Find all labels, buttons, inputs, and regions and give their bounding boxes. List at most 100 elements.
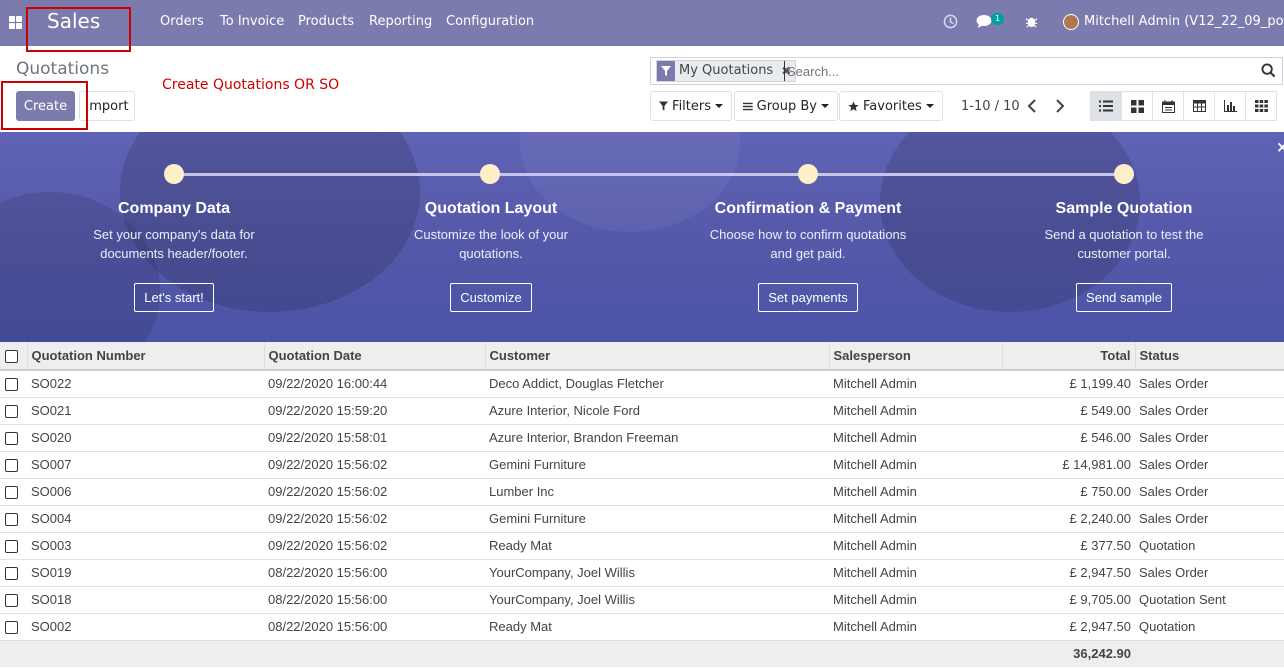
cell-status: Quotation xyxy=(1135,531,1284,559)
calendar-view-icon[interactable] xyxy=(1152,91,1184,121)
menu-reporting[interactable]: Reporting xyxy=(369,14,432,29)
pager-value[interactable]: 1-10 / 10 xyxy=(961,99,1020,114)
user-menu[interactable]: Mitchell Admin (V12_22_09_po) xyxy=(1084,14,1284,29)
menu-products[interactable]: Products xyxy=(298,14,354,29)
column-header[interactable]: Quotation Number xyxy=(26,342,264,371)
cell-total: £ 1,199.40 xyxy=(1002,369,1135,397)
cell-total: £ 2,947.50 xyxy=(1002,558,1135,586)
table-row[interactable]: SO022 09/22/2020 16:00:44 Deco Addict, Dou… xyxy=(0,369,1284,397)
select-all-checkbox[interactable] xyxy=(0,342,27,371)
menu-configuration[interactable]: Configuration xyxy=(446,14,534,29)
cell-status: Sales Order xyxy=(1135,423,1284,451)
search-icon[interactable] xyxy=(1261,63,1276,78)
menu-orders[interactable]: Orders xyxy=(160,14,204,29)
row-checkbox[interactable] xyxy=(0,396,27,424)
cell-status: Sales Order xyxy=(1135,450,1284,478)
column-header[interactable]: Customer xyxy=(484,342,829,371)
cell-customer: Gemini Furniture xyxy=(485,450,829,478)
table-row[interactable]: SO004 09/22/2020 15:56:02 Gemini Furniture… xyxy=(0,504,1284,532)
list-view-icon[interactable] xyxy=(1090,91,1122,121)
row-checkbox[interactable] xyxy=(0,423,27,451)
row-checkbox[interactable] xyxy=(0,369,27,397)
lets-start-button[interactable]: Let's start! xyxy=(134,283,214,312)
column-header[interactable]: Status xyxy=(1134,342,1284,371)
cell-total: £ 9,705.00 xyxy=(1002,585,1135,613)
cell-total: £ 549.00 xyxy=(1002,396,1135,424)
app-brand[interactable]: Sales xyxy=(47,9,100,33)
table-row[interactable]: SO020 09/22/2020 15:58:01 Azure Interior, … xyxy=(0,423,1284,451)
groupby-dropdown[interactable]: Group By xyxy=(734,91,838,121)
cell-quotation-number: SO004 xyxy=(27,504,264,532)
cell-quotation-number: SO003 xyxy=(27,531,264,559)
groupby-label: Group By xyxy=(756,98,817,114)
kanban-view-icon[interactable] xyxy=(1121,91,1153,121)
row-checkbox[interactable] xyxy=(0,612,27,640)
menu-to-invoice[interactable]: To Invoice xyxy=(220,14,284,29)
cell-customer: YourCompany, Joel Willis xyxy=(485,558,829,586)
quotations-table: Quotation Number Quotation Date Customer… xyxy=(0,342,1284,667)
table-row[interactable]: SO002 08/22/2020 15:56:00 Ready Mat Mitchel… xyxy=(0,612,1284,640)
cell-total: £ 14,981.00 xyxy=(1002,450,1135,478)
annotation-text: Create Quotations OR SO xyxy=(162,77,340,93)
cell-quotation-date: 09/22/2020 15:59:20 xyxy=(264,396,485,424)
row-checkbox[interactable] xyxy=(0,558,27,586)
pivot-view-icon[interactable] xyxy=(1183,91,1215,121)
table-row[interactable]: SO003 09/22/2020 15:56:02 Ready Mat Mitchel… xyxy=(0,531,1284,559)
step-confirmation-payment: Confirmation & Payment Choose how to con… xyxy=(688,200,928,312)
graph-view-icon[interactable] xyxy=(1214,91,1246,121)
create-button[interactable]: Create xyxy=(16,91,75,121)
table-row[interactable]: SO007 09/22/2020 15:56:02 Gemini Furniture… xyxy=(0,450,1284,478)
cell-salesperson: Mitchell Admin xyxy=(829,585,1002,613)
row-checkbox[interactable] xyxy=(0,504,27,532)
grid-view-icon[interactable] xyxy=(1245,91,1277,121)
cell-customer: Lumber Inc xyxy=(485,477,829,505)
cell-quotation-number: SO022 xyxy=(27,369,264,397)
column-header[interactable]: Total xyxy=(1001,342,1135,371)
table-row[interactable]: SO006 09/22/2020 15:56:02 Lumber Inc Mitche… xyxy=(0,477,1284,505)
step-title: Company Data xyxy=(117,200,231,217)
row-checkbox[interactable] xyxy=(0,477,27,505)
chat-icon[interactable] xyxy=(976,14,992,29)
row-checkbox[interactable] xyxy=(0,531,27,559)
search-input[interactable] xyxy=(784,61,1244,81)
close-icon[interactable]: × xyxy=(1276,138,1284,156)
chat-badge: 1 xyxy=(991,13,1005,25)
customize-button[interactable]: Customize xyxy=(450,283,532,312)
step-desc: quotations. xyxy=(459,246,523,261)
activity-clock-icon[interactable] xyxy=(943,14,958,29)
cell-status: Quotation xyxy=(1135,612,1284,640)
cell-quotation-date: 09/22/2020 15:56:02 xyxy=(264,477,485,505)
apps-grid-icon[interactable] xyxy=(9,16,23,30)
step-desc: Send a quotation to test the xyxy=(1044,227,1204,242)
column-header[interactable]: Quotation Date xyxy=(263,342,485,371)
chevron-down-icon xyxy=(925,104,934,108)
cell-total: £ 546.00 xyxy=(1002,423,1135,451)
step-desc: Set your company's data for xyxy=(93,227,255,242)
cell-quotation-number: SO021 xyxy=(27,396,264,424)
cell-quotation-date: 08/22/2020 15:56:00 xyxy=(264,558,485,586)
import-button[interactable]: Import xyxy=(79,91,135,121)
filters-dropdown[interactable]: Filters xyxy=(650,91,732,121)
cell-quotation-date: 09/22/2020 15:56:02 xyxy=(264,531,485,559)
debug-bug-icon[interactable] xyxy=(1025,15,1038,28)
row-checkbox[interactable] xyxy=(0,450,27,478)
grand-total: 36,242.90 xyxy=(1002,639,1135,667)
avatar[interactable] xyxy=(1063,14,1079,30)
search-bar: My Quotations ✖ xyxy=(650,57,1283,85)
row-checkbox[interactable] xyxy=(0,585,27,613)
chevron-left-icon[interactable] xyxy=(1027,99,1037,113)
table-row[interactable]: SO021 09/22/2020 15:59:20 Azure Interior, … xyxy=(0,396,1284,424)
favorites-dropdown[interactable]: Favorites xyxy=(839,91,943,121)
step-dot xyxy=(1114,164,1134,184)
table-row[interactable]: SO019 08/22/2020 15:56:00 YourCompany, Joe… xyxy=(0,558,1284,586)
table-row[interactable]: SO018 08/22/2020 15:56:00 YourCompany, Joe… xyxy=(0,585,1284,613)
cell-salesperson: Mitchell Admin xyxy=(829,450,1002,478)
set-payments-button[interactable]: Set payments xyxy=(758,283,858,312)
cell-salesperson: Mitchell Admin xyxy=(829,612,1002,640)
cell-quotation-number: SO002 xyxy=(27,612,264,640)
cell-quotation-date: 09/22/2020 15:56:02 xyxy=(264,450,485,478)
chevron-right-icon[interactable] xyxy=(1055,99,1065,113)
send-sample-button[interactable]: Send sample xyxy=(1076,283,1172,312)
column-header[interactable]: Salesperson xyxy=(828,342,1002,371)
cell-customer: Azure Interior, Nicole Ford xyxy=(485,396,829,424)
